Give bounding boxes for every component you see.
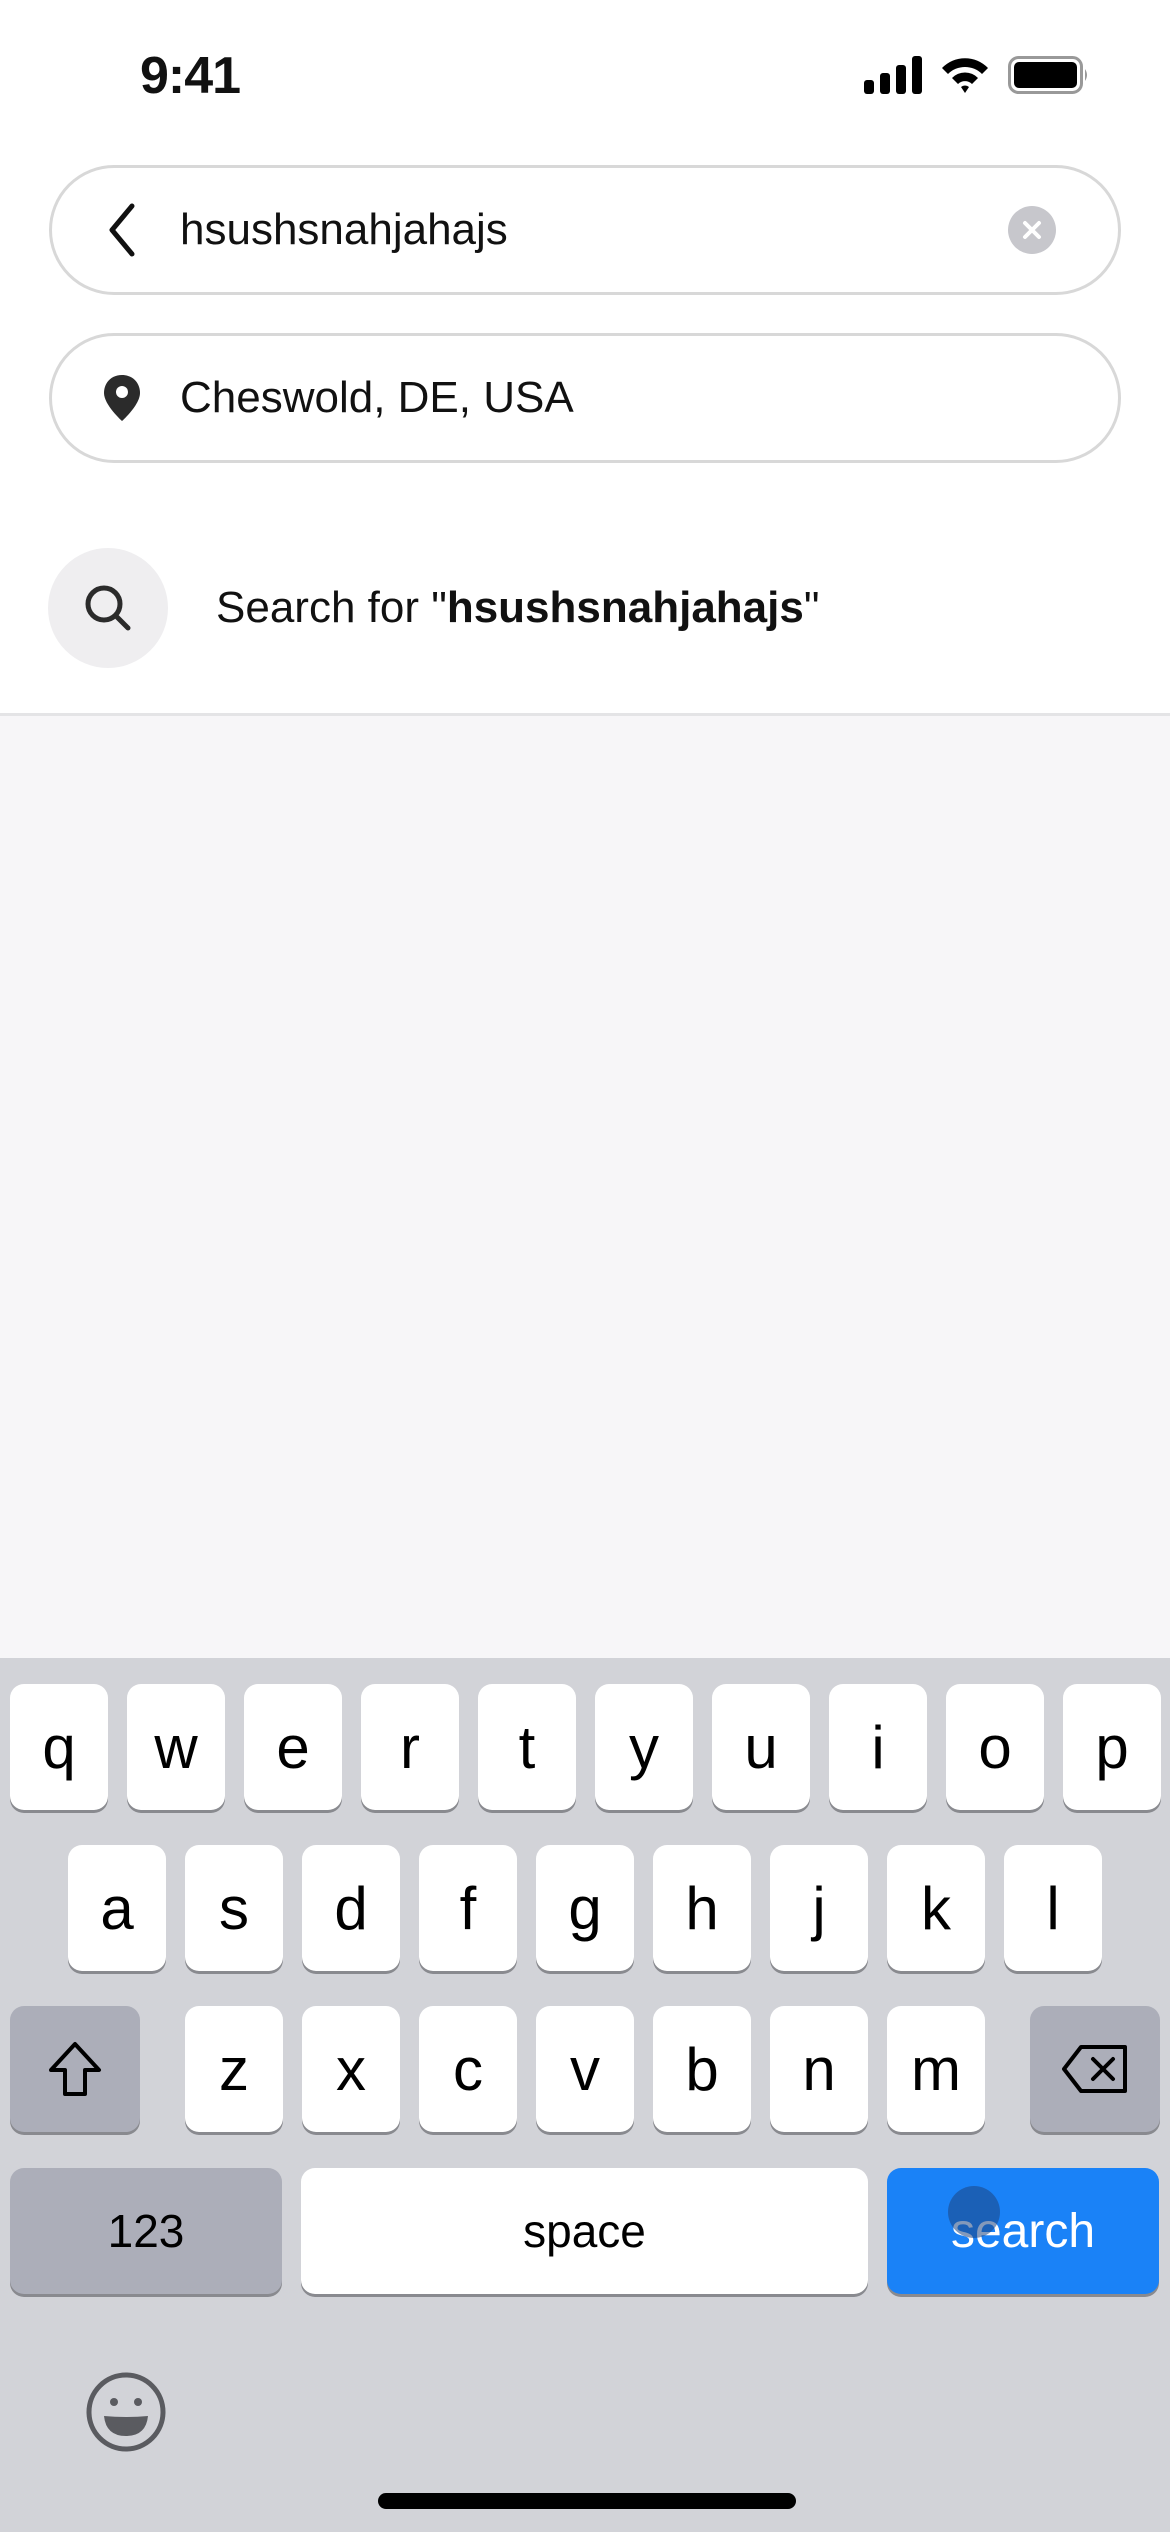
search-suggestion-item[interactable]: Search for "hsushsnahjahajs" (48, 548, 819, 668)
key-j[interactable]: j (770, 1845, 868, 1971)
key-z[interactable]: z (185, 2006, 283, 2132)
key-w[interactable]: w (127, 1684, 225, 1810)
key-n[interactable]: n (770, 2006, 868, 2132)
backspace-icon (1062, 2045, 1127, 2093)
location-input-value[interactable]: Cheswold, DE, USA (180, 373, 1118, 423)
key-u[interactable]: u (712, 1684, 810, 1810)
status-bar: 9:41 (0, 0, 1170, 150)
key-v[interactable]: v (536, 2006, 634, 2132)
home-indicator (378, 2493, 796, 2509)
chevron-left-icon[interactable] (92, 200, 152, 260)
key-a[interactable]: a (68, 1845, 166, 1971)
key-o[interactable]: o (946, 1684, 1044, 1810)
key-m[interactable]: m (887, 2006, 985, 2132)
search-icon (48, 548, 168, 668)
keyboard: 123 space search qwertyuiop asdfghjkl zxcv… (0, 1658, 1170, 2532)
key-k[interactable]: k (887, 1845, 985, 1971)
key-g[interactable]: g (536, 1845, 634, 1971)
key-q[interactable]: q (10, 1684, 108, 1810)
clear-x-icon[interactable] (1008, 206, 1056, 254)
shift-arrow-icon (49, 2042, 101, 2096)
suggestion-query: hsushsnahjahajs (446, 583, 804, 632)
search-return-key[interactable]: search (887, 2168, 1159, 2294)
location-pin-icon (92, 368, 152, 428)
touch-indicator (948, 2186, 1000, 2238)
wifi-icon (942, 58, 988, 93)
key-s[interactable]: s (185, 1845, 283, 1971)
delete-key[interactable] (1030, 2006, 1160, 2132)
suggestion-suffix: " (803, 583, 820, 632)
key-l[interactable]: l (1004, 1845, 1102, 1971)
battery-icon (1008, 56, 1087, 94)
search-input[interactable]: hsushsnahjahajs (49, 165, 1121, 295)
status-time: 9:41 (140, 47, 241, 105)
location-input[interactable]: Cheswold, DE, USA (49, 333, 1121, 463)
key-y[interactable]: y (595, 1684, 693, 1810)
key-x[interactable]: x (302, 2006, 400, 2132)
key-h[interactable]: h (653, 1845, 751, 1971)
cellular-signal-icon (864, 56, 922, 94)
suggestion-label: Search for "hsushsnahjahajs" (216, 583, 819, 633)
search-input-value[interactable]: hsushsnahjahajs (180, 205, 1008, 255)
numbers-key[interactable]: 123 (10, 2168, 282, 2294)
key-t[interactable]: t (478, 1684, 576, 1810)
space-key[interactable]: space (301, 2168, 868, 2294)
key-e[interactable]: e (244, 1684, 342, 1810)
key-d[interactable]: d (302, 1845, 400, 1971)
status-icons (864, 56, 1090, 94)
emoji-smiley-icon[interactable] (84, 2370, 168, 2459)
key-i[interactable]: i (829, 1684, 927, 1810)
search-header: 9:41 hsushsnahjahajs Cheswold, DE, USA S… (0, 0, 1170, 716)
key-f[interactable]: f (419, 1845, 517, 1971)
shift-key[interactable] (10, 2006, 140, 2132)
key-r[interactable]: r (361, 1684, 459, 1810)
suggestion-prefix: Search for " (216, 583, 447, 632)
key-b[interactable]: b (653, 2006, 751, 2132)
key-c[interactable]: c (419, 2006, 517, 2132)
key-p[interactable]: p (1063, 1684, 1161, 1810)
